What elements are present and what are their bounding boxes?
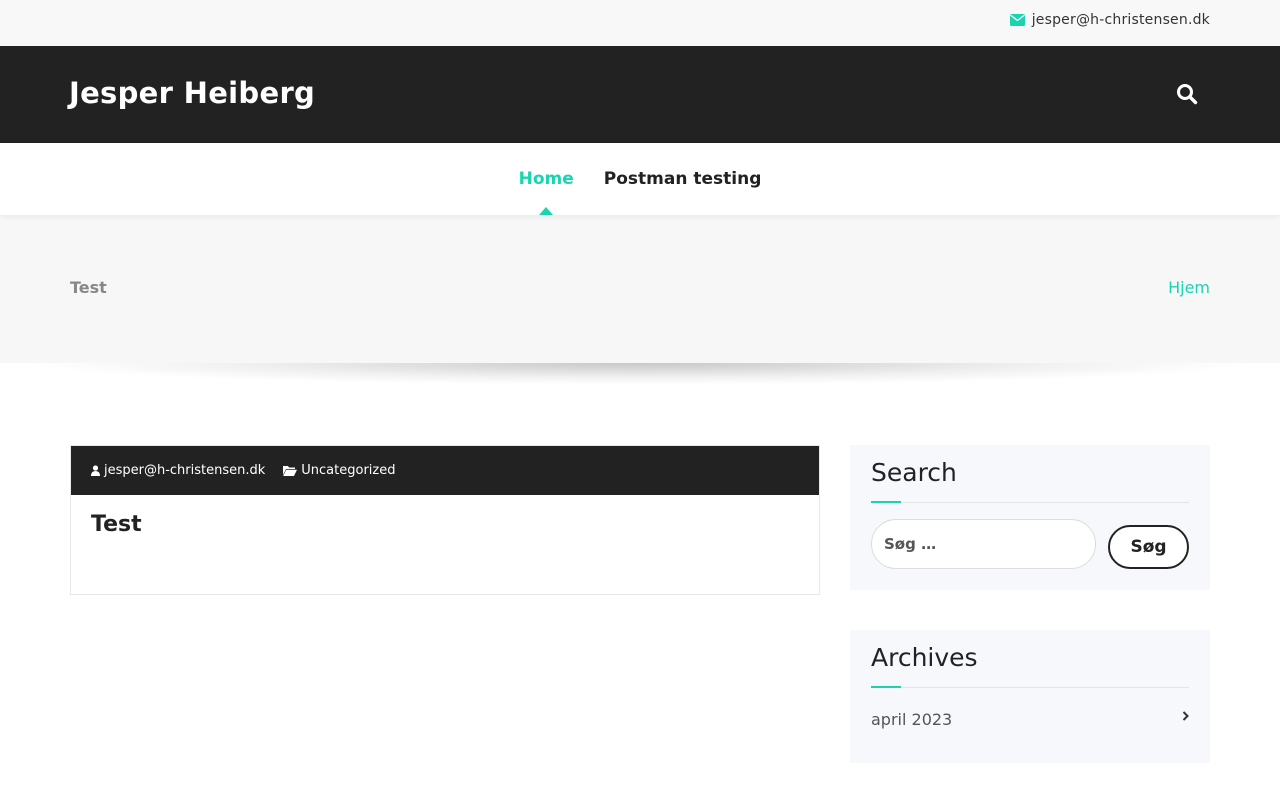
site-header: Jesper Heiberg: [0, 46, 1280, 143]
archive-item-label: april 2023: [871, 710, 953, 729]
page-header: Test Hjem: [0, 215, 1280, 363]
top-bar: jesper@h-christensen.dk: [0, 0, 1280, 46]
nav-item-home[interactable]: Home: [519, 143, 574, 215]
search-widget: Search Søg … Søg: [850, 445, 1210, 590]
site-title[interactable]: Jesper Heiberg: [69, 76, 315, 110]
search-button[interactable]: Søg: [1108, 525, 1189, 569]
post-category[interactable]: Uncategorized: [283, 463, 395, 478]
search-icon[interactable]: [1176, 83, 1198, 105]
archives-widget: Archives april 2023: [850, 630, 1210, 763]
archives-widget-title: Archives: [871, 630, 1189, 688]
main-navigation: Home Postman testing: [0, 143, 1280, 215]
contact-email-text: jesper@h-christensen.dk: [1031, 12, 1210, 28]
chevron-right-icon: [1182, 710, 1189, 721]
folder-open-icon: [283, 466, 298, 476]
page-header-shadow: [20, 363, 1260, 385]
user-icon: [91, 465, 100, 476]
post-meta: jesper@h-christensen.dk Uncategorized: [71, 446, 819, 495]
post-category-text: Uncategorized: [301, 463, 396, 478]
archive-item[interactable]: april 2023: [871, 710, 1189, 729]
post-card: jesper@h-christensen.dk Uncategorized Te…: [70, 445, 820, 595]
nav-item-postman-testing[interactable]: Postman testing: [604, 143, 762, 215]
breadcrumb-home[interactable]: Hjem: [1168, 278, 1210, 297]
envelope-icon: [1009, 14, 1025, 26]
search-input[interactable]: Søg …: [871, 519, 1096, 569]
contact-email[interactable]: jesper@h-christensen.dk: [1009, 12, 1210, 28]
post-author[interactable]: jesper@h-christensen.dk: [91, 463, 265, 478]
post-author-text: jesper@h-christensen.dk: [104, 463, 266, 478]
post-title[interactable]: Test: [91, 512, 142, 537]
page-title: Test: [70, 278, 107, 297]
search-widget-title: Search: [871, 445, 1189, 503]
